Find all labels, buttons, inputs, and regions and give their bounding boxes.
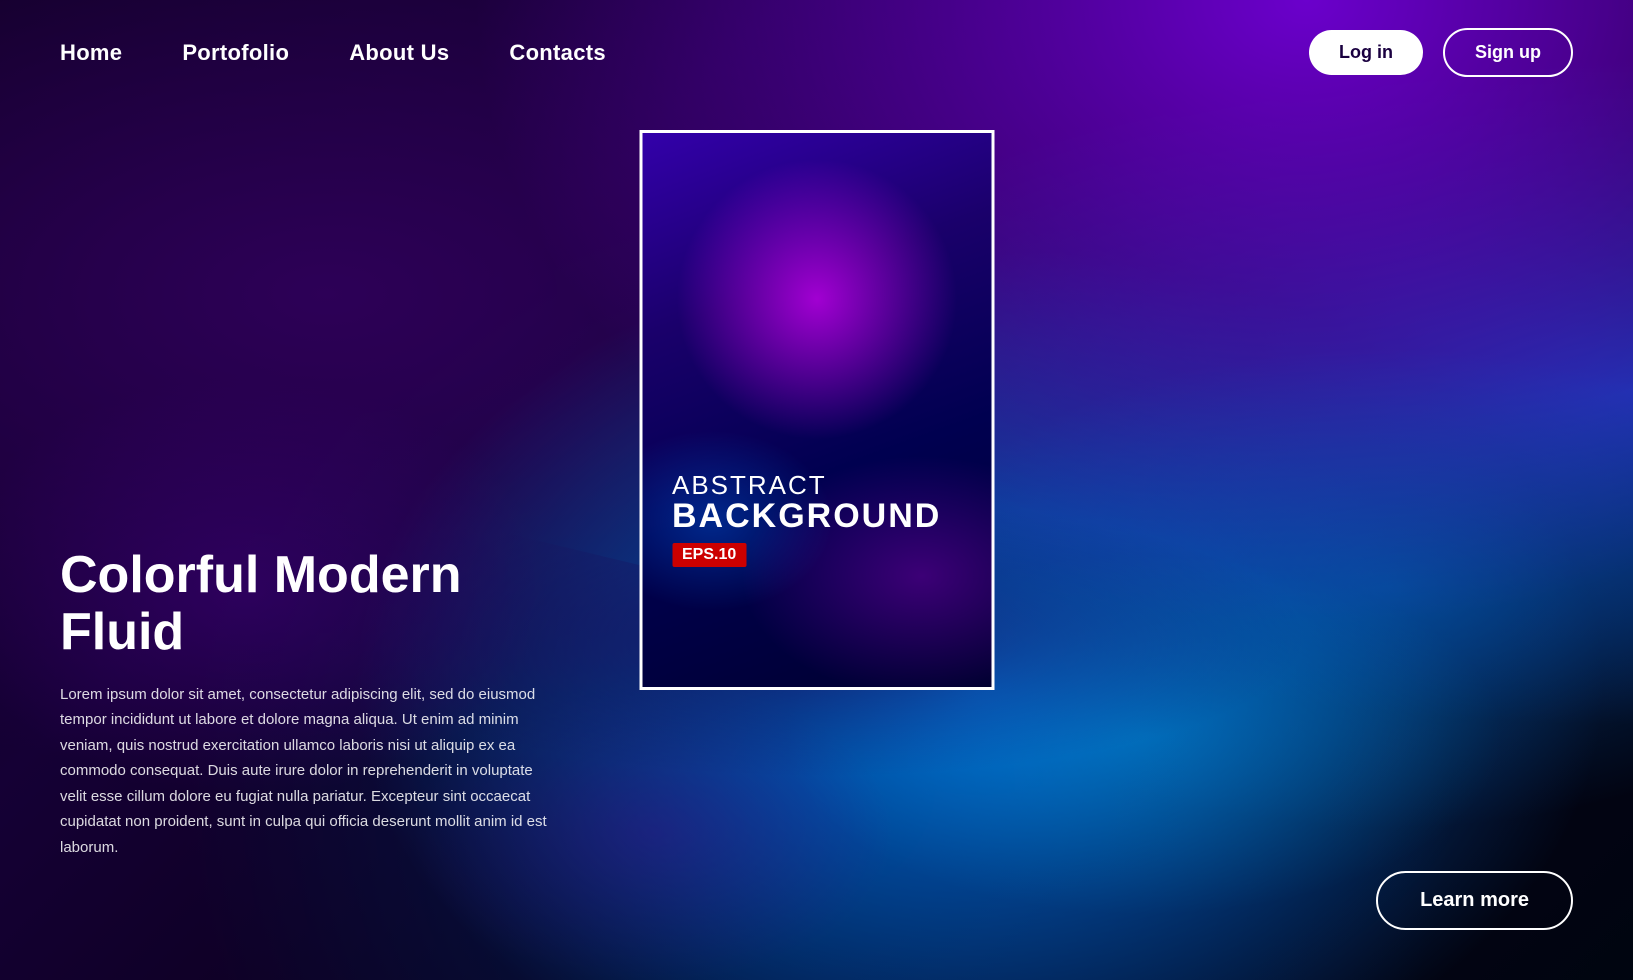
hero-body-text: Lorem ipsum dolor sit amet, consectetur … bbox=[60, 682, 550, 861]
nav-item-about[interactable]: About Us bbox=[349, 40, 449, 66]
navbar: Home Portofolio About Us Contacts Log in… bbox=[0, 0, 1633, 105]
signup-button[interactable]: Sign up bbox=[1443, 28, 1573, 77]
card-abstract-text: ABSTRACT bbox=[672, 472, 941, 498]
card-inner-background bbox=[642, 133, 991, 687]
login-button[interactable]: Log in bbox=[1309, 30, 1423, 75]
nav-link-contacts[interactable]: Contacts bbox=[509, 40, 606, 65]
card-background-text: BACKGROUND bbox=[672, 498, 941, 535]
nav-item-home[interactable]: Home bbox=[60, 40, 122, 66]
card-content: ABSTRACT BACKGROUND EPS.10 bbox=[672, 472, 941, 567]
nav-link-about[interactable]: About Us bbox=[349, 40, 449, 65]
hero-text-block: Colorful Modern Fluid Lorem ipsum dolor … bbox=[60, 547, 550, 860]
hero-title: Colorful Modern Fluid bbox=[60, 547, 550, 661]
learn-more-button[interactable]: Learn more bbox=[1376, 871, 1573, 930]
nav-link-portfolio[interactable]: Portofolio bbox=[182, 40, 289, 65]
nav-item-portfolio[interactable]: Portofolio bbox=[182, 40, 289, 66]
nav-actions: Log in Sign up bbox=[1309, 28, 1573, 77]
nav-item-contacts[interactable]: Contacts bbox=[509, 40, 606, 66]
nav-links: Home Portofolio About Us Contacts bbox=[60, 40, 606, 66]
nav-link-home[interactable]: Home bbox=[60, 40, 122, 65]
card-eps-badge: EPS.10 bbox=[672, 543, 746, 567]
hero-card: ABSTRACT BACKGROUND EPS.10 bbox=[639, 130, 994, 690]
